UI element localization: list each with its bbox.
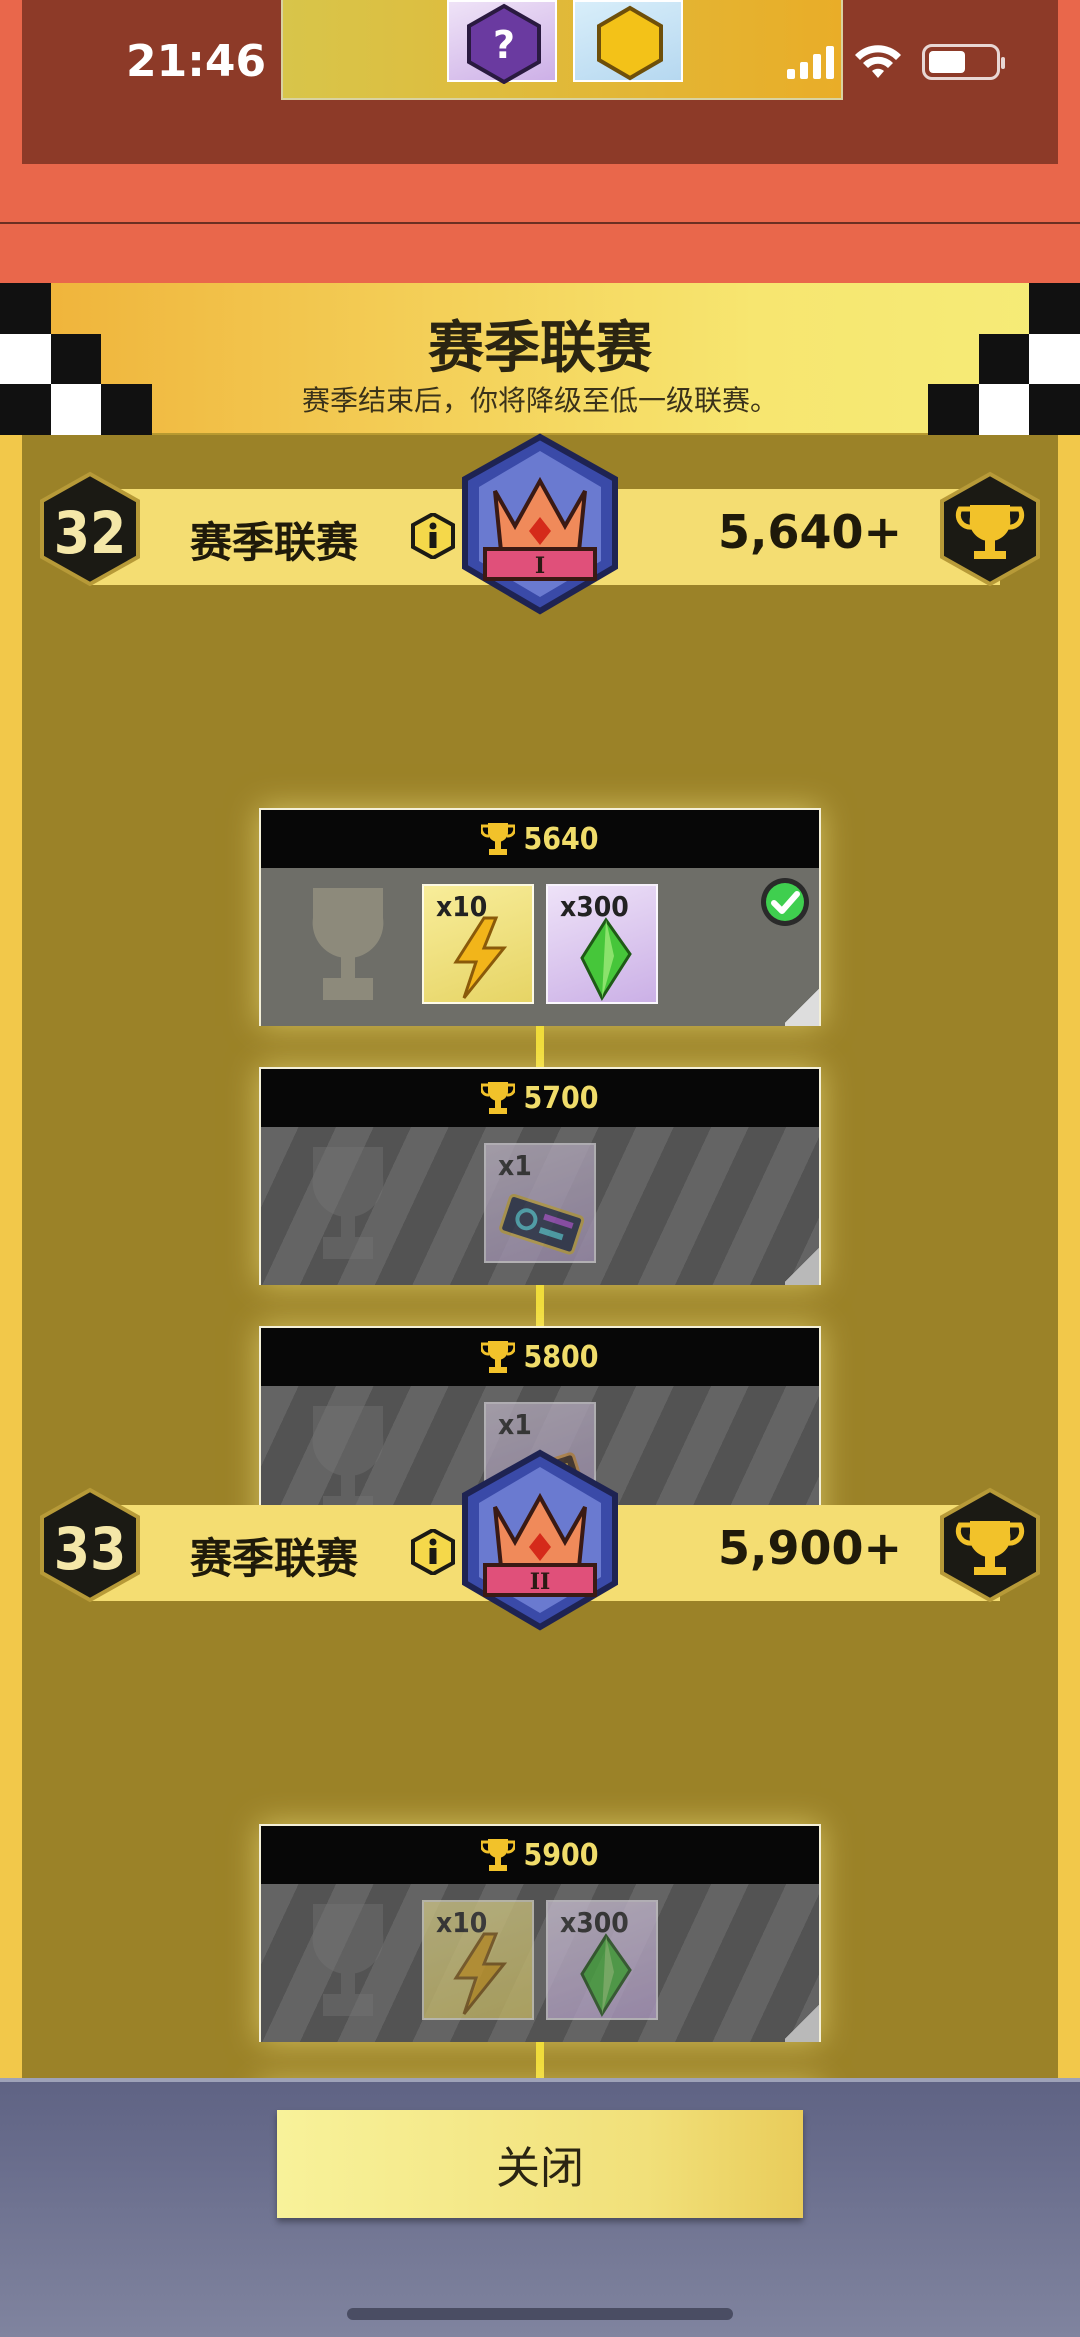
reward-header: 5700 — [261, 1069, 819, 1127]
previous-reward-card: ? — [281, 0, 843, 100]
gem-icon — [580, 917, 632, 1002]
league-header: 33 赛季联赛 II 5,900+ — [0, 1449, 1080, 1631]
svg-text:I: I — [535, 553, 545, 579]
battery-icon — [922, 44, 1005, 80]
item-quantity: x1 — [498, 1149, 532, 1182]
trophy-icon — [481, 823, 516, 855]
league-banner: 赛季联赛 赛季结束后，你将降级至低一级联赛。 — [0, 283, 1080, 435]
info-icon[interactable] — [410, 511, 456, 561]
trophy-icon — [481, 1082, 516, 1114]
reward-item-ticket: x1 — [484, 1143, 596, 1263]
item-quantity: x10 — [436, 1906, 488, 1939]
card-corner — [785, 986, 819, 1026]
info-icon[interactable] — [410, 1527, 456, 1577]
reward-item-lightning: x10 — [422, 884, 534, 1004]
league-rank: 32 — [53, 499, 127, 567]
trophy-hexagon-icon — [938, 1487, 1042, 1603]
league-header: 32 赛季联赛 I 5,640+ — [0, 433, 1080, 615]
bottom-bar: 关闭 — [0, 2078, 1080, 2337]
close-button[interactable]: 关闭 — [277, 2110, 803, 2218]
reward-card[interactable]: 5640 x10 x300 — [259, 808, 821, 1026]
league-name: 赛季联赛 — [190, 518, 359, 567]
trophy-icon — [481, 1341, 516, 1373]
card-corner — [785, 1245, 819, 1285]
item-quantity: x1 — [498, 1408, 532, 1441]
reward-item-lightning: x10 — [422, 1900, 534, 2020]
svg-text:II: II — [530, 1569, 551, 1595]
status-time: 21:46 — [126, 36, 267, 87]
gold-coin-icon — [573, 0, 683, 82]
season-league-panel: 赛季联赛 赛季结束后，你将降级至低一级联赛。 32 赛季联赛 I 5,640+ … — [0, 283, 1080, 2301]
reward-card[interactable]: 5900 x10 x300 — [259, 1824, 821, 2042]
trophy-requirement: 5700 — [523, 1080, 599, 1116]
trophy-watermark-icon — [312, 888, 384, 1000]
reward-body: x10 x300 — [261, 1884, 819, 2042]
lightning-icon — [453, 1932, 508, 2015]
trophy-watermark-icon — [312, 1904, 384, 2016]
home-indicator[interactable] — [347, 2308, 733, 2320]
reward-body: x10 x300 — [261, 868, 819, 1026]
track-connector — [536, 1285, 544, 1327]
reward-header: 5900 — [261, 1826, 819, 1884]
page-title: 赛季联赛 — [428, 316, 652, 381]
league-track[interactable]: 32 赛季联赛 I 5,640+ 5640 x10 x300 5700 x1 5… — [22, 433, 1058, 2301]
lightning-icon — [453, 916, 508, 999]
wifi-icon — [855, 45, 901, 78]
trophy-requirement: 5900 — [523, 1837, 599, 1873]
crown-emblem-icon: II — [455, 1447, 625, 1637]
league-threshold: 5,900+ — [718, 1521, 903, 1575]
signal-icon — [787, 45, 834, 79]
trophy-requirement: 5800 — [523, 1339, 599, 1375]
reward-header: 5800 — [261, 1328, 819, 1386]
reward-item-gem: x300 — [546, 1900, 658, 2020]
checkmark-icon — [761, 878, 809, 926]
reward-header: 5640 — [261, 810, 819, 868]
trophy-watermark-icon — [312, 1147, 384, 1259]
trophy-requirement: 5640 — [523, 821, 599, 857]
page-subtitle: 赛季结束后，你将降级至低一级联赛。 — [301, 384, 778, 417]
reward-item-gem: x300 — [546, 884, 658, 1004]
ticket-icon — [499, 1193, 585, 1255]
trophy-hexagon-icon — [938, 471, 1042, 587]
league-rank: 33 — [53, 1515, 127, 1583]
league-name: 赛季联赛 — [190, 1534, 359, 1583]
crown-emblem-icon: I — [455, 431, 625, 621]
divider — [0, 222, 1080, 224]
card-corner — [785, 2002, 819, 2042]
item-quantity: x300 — [560, 1906, 629, 1939]
track-connector — [536, 1026, 544, 1068]
league-threshold: 5,640+ — [718, 505, 903, 559]
trophy-icon — [481, 1839, 516, 1871]
mystery-box-icon: ? — [447, 0, 557, 85]
reward-card[interactable]: 5700 x1 — [259, 1067, 821, 1285]
top-background: ? 21:46 — [0, 0, 1080, 222]
reward-body: x1 — [261, 1127, 819, 1285]
status-icons — [787, 44, 1005, 80]
gem-icon — [580, 1933, 632, 2018]
svg-text:?: ? — [493, 23, 515, 67]
